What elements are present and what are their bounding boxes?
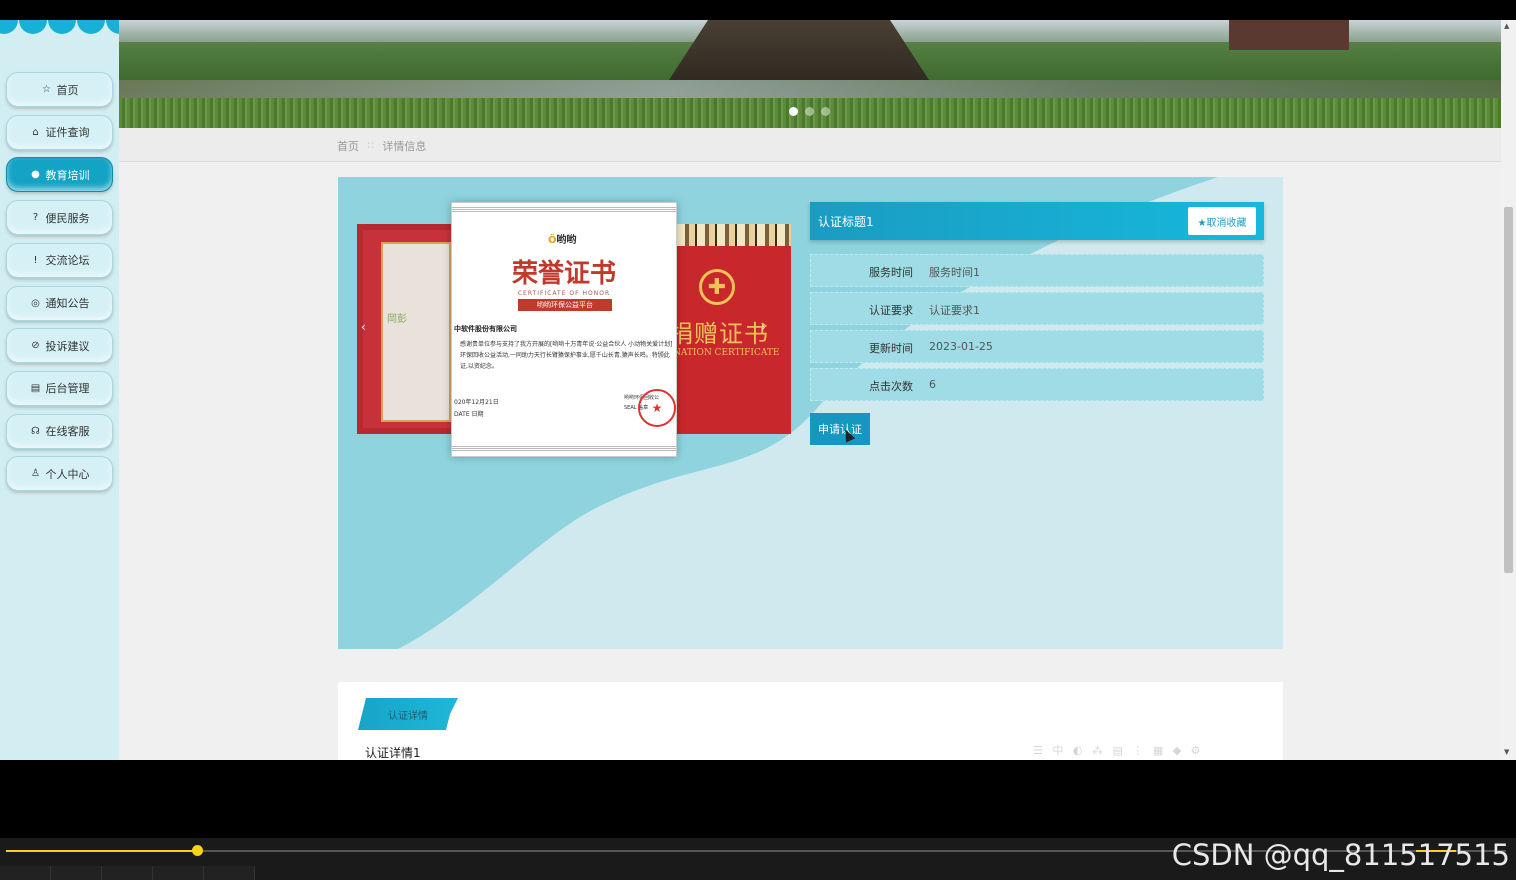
sidebar-item-icon: ◎ xyxy=(31,297,40,309)
scroll-up-icon[interactable]: ▲ xyxy=(1504,22,1509,30)
donation-cert-subtitle: NATION CERTIFICATE xyxy=(677,348,780,358)
page-scrollbar[interactable]: ▲ ▼ xyxy=(1501,20,1516,760)
sidebar-item-label: 交流论坛 xyxy=(45,254,90,268)
video-progress-knob[interactable] xyxy=(191,845,203,856)
sidebar-item-icon: ⌂ xyxy=(32,126,39,138)
sidebar-item-label: 通知公告 xyxy=(45,297,90,310)
scroll-down-icon[interactable]: ▼ xyxy=(1504,748,1509,756)
sidebar-item-label: 教育培训 xyxy=(45,168,90,182)
watermark: CSDN @qq_811517515 xyxy=(1171,838,1510,872)
sidebar-item-label: 投诉建议 xyxy=(45,339,90,353)
sidebar-item-icon: ⊘ xyxy=(31,340,40,352)
sidebar-item-label: 个人中心 xyxy=(45,467,90,481)
donation-cert-title: 捐赠证书 xyxy=(677,320,769,348)
breadcrumb-current: 详情信息 xyxy=(382,140,427,153)
sidebar-item-icon: ♙ xyxy=(31,468,40,480)
sidebar-item-icon: ? xyxy=(32,212,39,224)
sidebar: ☆ 首页 ⌂ 证件查询 ● 教育培训? 便民服务! 交流论坛 ◎ 通知公告 ⊘ 投诉建议 ▤ 后台管理 ☊ 在… xyxy=(0,20,134,760)
cert-date: 020年12月21日 DATE 日期 xyxy=(454,399,499,418)
sidebar-item-4[interactable]: ! 交流论坛 xyxy=(6,242,113,278)
sidebar-item-8[interactable]: ☊ 在线客服 xyxy=(6,413,113,449)
detail-row-label: 更新时间 xyxy=(869,342,913,355)
detail-row-label: 认证要求 xyxy=(869,304,913,317)
seal-icon: ★ xyxy=(638,389,676,427)
banner-dot-3[interactable] xyxy=(821,107,830,116)
detail-row-value: 2023-01-25 xyxy=(929,340,993,353)
sidebar-item-7[interactable]: ▤ 后台管理 xyxy=(6,370,113,406)
detail-row: 更新时间 2023-01-25 xyxy=(810,330,1264,363)
detail-row: 点击次数 6 xyxy=(810,368,1264,401)
cert-ribbon: 哟哟环保公益平台 xyxy=(518,299,612,311)
breadcrumb-bar: 首页 :: 详情信息 xyxy=(119,128,1501,162)
sidebar-item-label: 证件查询 xyxy=(45,126,90,140)
sidebar-item-6[interactable]: ⊘ 投诉建议 xyxy=(6,328,113,364)
red-cross-icon: ✚ xyxy=(699,269,735,305)
sidebar-item-9[interactable]: ♙ 个人中心 xyxy=(6,456,113,492)
sidebar-item-2[interactable]: ● 教育培训 xyxy=(6,157,113,193)
video-progress-fill xyxy=(6,850,197,852)
cert-subtitle: CERTIFICATE OF HONOR xyxy=(517,290,611,297)
sidebar-item-label: 便民服务 xyxy=(45,211,90,225)
detail-row-label: 服务时间 xyxy=(869,266,913,279)
detail-row-value: 服务时间1 xyxy=(929,266,980,279)
sidebar-item-3[interactable]: ? 便民服务 xyxy=(6,200,113,236)
cert-logo: Ö哟哟 xyxy=(548,235,577,246)
detail-row-value: 认证要求1 xyxy=(929,304,980,317)
banner-dot-1[interactable] xyxy=(789,107,798,116)
browser-viewport: ☆ 首页 ⌂ 证件查询 ● 教育培训? 便民服务! 交流论坛 ◎ 通知公告 ⊘ 投诉建议 ▤ 后台管理 ☊ 在… xyxy=(0,20,1516,760)
tab-description[interactable]: 认证详情 xyxy=(358,698,458,730)
sidebar-item-label: 后台管理 xyxy=(45,382,90,396)
sidebar-item-5[interactable]: ◎ 通知公告 xyxy=(6,285,113,321)
detail-title: 认证标题1 xyxy=(818,215,874,229)
certificate-image-right: ✚ 捐赠证书 NATION CERTIFICATE xyxy=(677,224,791,434)
carousel-prev-icon[interactable]: ‹ xyxy=(361,320,366,334)
certificate-image-main: Ö哟哟 荣誉证书 CERTIFICATE OF HONOR 哟哟环保公益平台 中… xyxy=(451,202,677,457)
sidebar-item-label: 在线客服 xyxy=(45,425,90,439)
breadcrumb-home[interactable]: 首页 xyxy=(337,138,359,154)
certificate-carousel[interactable]: 岡彭 ✚ 捐赠证书 NATION CERTIFICATE Ö哟哟 荣誉证书 CE… xyxy=(357,202,791,457)
detail-panel: 岡彭 ✚ 捐赠证书 NATION CERTIFICATE Ö哟哟 荣誉证书 CE… xyxy=(338,177,1283,649)
cert-body: 感谢贵单位参与支持了我方开展的[哟哟十万青年说·公益合伙人 小动物关爱计划]环保… xyxy=(460,341,673,370)
detail-row-value: 6 xyxy=(929,378,936,391)
sidebar-item-icon: ● xyxy=(31,169,40,181)
cert-title: 荣誉证书 xyxy=(511,259,616,289)
banner-dots xyxy=(789,107,830,116)
carousel-next-icon[interactable]: › xyxy=(761,320,766,334)
detail-row: 认证要求 认证要求1 xyxy=(810,292,1264,325)
description-card: 认证详情 认证详情1 ☰ 中 ◐ ⁂ ▤ ⋮ ▦ ◆ ⚙ xyxy=(338,682,1283,760)
sidebar-item-icon: ☊ xyxy=(31,425,40,437)
breadcrumb: 首页 :: 详情信息 xyxy=(337,138,426,154)
banner-hut xyxy=(669,20,929,80)
detail-row: 服务时间 服务时间1 xyxy=(810,254,1264,287)
sidebar-item-icon: ▤ xyxy=(30,382,41,394)
detail-row-label: 点击次数 xyxy=(869,380,913,393)
sidebar-item-label: 首页 xyxy=(56,83,79,97)
scroll-thumb[interactable] xyxy=(1504,207,1513,573)
sidebar-decoration xyxy=(0,20,134,34)
banner-carousel[interactable] xyxy=(119,20,1501,128)
banner-dot-2[interactable] xyxy=(805,107,814,116)
unfavorite-button[interactable]: ★取消收藏 xyxy=(1188,207,1256,235)
description-text: 认证详情1 xyxy=(365,746,421,760)
certificate-image-left: 岡彭 xyxy=(357,224,457,434)
ime-toolbar: ☰ 中 ◐ ⁂ ▤ ⋮ ▦ ◆ ⚙ xyxy=(1033,744,1204,757)
breadcrumb-separator: :: xyxy=(367,138,375,151)
apply-certification-button[interactable]: 申请认证 xyxy=(810,413,870,445)
sidebar-item-1[interactable]: ⌂ 证件查询 xyxy=(6,114,113,150)
sidebar-item-0[interactable]: ☆ 首页 xyxy=(6,72,113,107)
sidebar-item-icon: ! xyxy=(33,254,38,266)
detail-header: 认证标题1 ★取消收藏 xyxy=(810,202,1264,240)
cert-company: 中软件股份有限公司 xyxy=(454,325,517,333)
sidebar-item-icon: ☆ xyxy=(42,84,51,95)
video-player-bar: CSDN @qq_811517515 xyxy=(0,838,1516,880)
